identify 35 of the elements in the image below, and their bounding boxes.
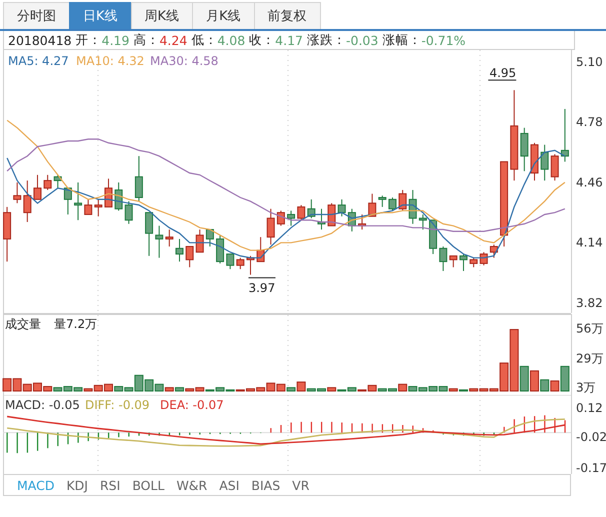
indicator-reading: MACD: -0.05 <box>5 398 80 412</box>
quote-value: 4.24 <box>159 32 188 48</box>
volume-axis-label: 56万 <box>576 321 604 336</box>
volume-axis-label: 29万 <box>576 352 604 366</box>
volume-reading: 量7.2万 <box>54 317 98 331</box>
price-axis-label: 5.10 <box>576 54 603 69</box>
quote-value: 4.08 <box>217 32 246 48</box>
quote-label: 低： <box>191 32 218 48</box>
quote-label: 高： <box>133 32 160 48</box>
quote-value: 4.17 <box>275 32 303 48</box>
quote-label: 涨幅： <box>382 32 422 48</box>
quote-value: -0.71% <box>421 32 466 48</box>
quote-label: 涨跌： <box>307 32 346 48</box>
quote-label: 收： <box>249 32 276 48</box>
price-axis-label: 4.14 <box>576 236 603 250</box>
quote-value: -0.03 <box>346 32 378 48</box>
annotation: 3.97 <box>248 280 276 295</box>
volume-axis-label: 3万 <box>576 380 596 395</box>
quote-label: 开： <box>76 32 102 48</box>
macd-axis-label: 0.12 <box>576 400 603 415</box>
moving-average-legend: MA10: 4.32 <box>76 54 144 68</box>
price-axis-label: 4.46 <box>576 175 603 190</box>
price-axis-label: 3.82 <box>576 296 603 310</box>
price-annotation: 3.97 <box>248 277 276 295</box>
moving-average-legend: MA5: 4.27 <box>8 54 69 68</box>
macd-axis-label: -0.02 <box>576 430 606 444</box>
indicator-reading: DIFF: -0.09 <box>85 398 150 412</box>
price-axis-label: 4.78 <box>576 115 603 130</box>
indicator-reading: DEA: -0.07 <box>160 398 224 412</box>
volume-title: 成交量 <box>5 317 41 331</box>
macd-axis-label: -0.17 <box>576 460 606 474</box>
quote-date: 20180418 <box>8 32 72 48</box>
moving-average-legend: MA30: 4.58 <box>150 54 218 68</box>
quote-value: 4.19 <box>102 32 130 48</box>
price-annotation: 4.95 <box>488 66 517 81</box>
